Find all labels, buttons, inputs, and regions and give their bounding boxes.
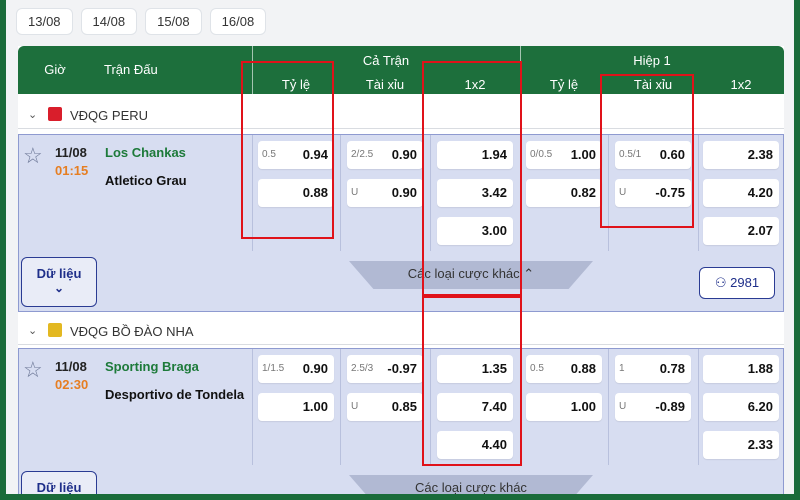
odds-value: 0.88: [570, 361, 596, 376]
odds-value: 0.90: [302, 361, 328, 376]
divider: [698, 349, 699, 465]
odds-value: 4.20: [747, 185, 773, 200]
home-team[interactable]: Los Chankas: [105, 145, 186, 160]
header-match: Trận Đấu: [104, 62, 158, 77]
divider: [340, 135, 341, 251]
league-name: VĐQG BỒ ĐÀO NHA: [70, 324, 194, 339]
viewers-count: 2981: [730, 275, 760, 290]
odds-cell[interactable]: U 0.85: [347, 393, 423, 421]
odds-value: 2.38: [747, 147, 773, 162]
divider: [608, 349, 609, 465]
odds-value: 0.90: [391, 147, 417, 162]
users-icon: ⚇: [714, 275, 727, 290]
divider: [252, 349, 253, 465]
away-team[interactable]: Atletico Grau: [105, 173, 187, 188]
page: 13/08 14/08 15/08 16/08 Giờ Trận Đấu Cả …: [6, 0, 794, 494]
date-tab[interactable]: 16/08: [209, 8, 267, 35]
star-icon[interactable]: ☆: [23, 357, 43, 383]
odds-cell[interactable]: U -0.89: [615, 393, 691, 421]
more-bets-label: Các loại cược khác: [415, 480, 527, 494]
odds-cell[interactable]: 0.5 0.88: [526, 355, 602, 383]
data-button[interactable]: Dữ liệu: [21, 471, 97, 494]
match-date: 11/08: [55, 359, 87, 374]
data-button[interactable]: Dữ liệu ⌄: [21, 257, 97, 307]
divider: [340, 349, 341, 465]
match-date: 11/08: [55, 145, 87, 160]
flag-icon: [48, 107, 62, 121]
league-name: VĐQG PERU: [70, 108, 149, 123]
match-time: 01:15: [55, 163, 89, 178]
viewers-count-button[interactable]: ⚇ 2981: [699, 267, 775, 299]
odds-value: -0.97: [387, 361, 417, 376]
header-first-half: Hiệp 1: [633, 53, 671, 68]
data-button-label: Dữ liệu: [36, 266, 82, 281]
odds-value: 1.00: [302, 399, 328, 414]
odds-line: U: [351, 187, 359, 198]
odds-value: 0.90: [391, 185, 417, 200]
odds-cell[interactable]: 0.82: [526, 179, 602, 207]
odds-line: U: [619, 401, 627, 412]
odds-value: -0.89: [655, 399, 685, 414]
odds-cell[interactable]: U 0.90: [347, 179, 423, 207]
odds-line: 2/2.5: [351, 149, 374, 160]
date-tab[interactable]: 13/08: [16, 8, 73, 35]
flag-icon: [48, 323, 62, 337]
odds-cell[interactable]: 1/1.5 0.90: [258, 355, 334, 383]
odds-line: 2.5/3: [351, 363, 374, 374]
chevron-down-icon[interactable]: ⌄: [28, 108, 37, 121]
odds-cell[interactable]: 2/2.5 0.90: [347, 141, 423, 169]
league-row[interactable]: ⌄ VĐQG BỒ ĐÀO NHA: [18, 318, 784, 345]
match-row: ☆ 11/08 02:30 Sporting Braga Desportivo …: [18, 348, 784, 494]
odds-cell[interactable]: 2.38: [703, 141, 779, 169]
chevron-down-icon: ⌄: [53, 281, 65, 295]
odds-line: U: [351, 401, 359, 412]
odds-cell[interactable]: 2.5/3 -0.97: [347, 355, 423, 383]
odds-value: 1.00: [570, 399, 596, 414]
odds-cell[interactable]: 4.20: [703, 179, 779, 207]
odds-cell[interactable]: 6.20: [703, 393, 779, 421]
odds-cell[interactable]: 0/0.5 1.00: [526, 141, 602, 169]
odds-cell[interactable]: 2.33: [703, 431, 779, 459]
odds-value: 2.07: [747, 223, 773, 238]
odds-cell[interactable]: 1.00: [526, 393, 602, 421]
away-team[interactable]: Desportivo de Tondela: [105, 387, 244, 402]
odds-value: 1.88: [747, 361, 773, 376]
odds-value: 1.00: [570, 147, 596, 162]
match-time: 02:30: [55, 377, 89, 392]
header-h1-handicap: Tỷ lệ: [549, 77, 579, 92]
odds-cell[interactable]: 1.88: [703, 355, 779, 383]
odds-cell[interactable]: 2.07: [703, 217, 779, 245]
date-tabs: 13/08 14/08 15/08 16/08: [16, 8, 267, 35]
highlight-box: [241, 61, 334, 239]
odds-cell[interactable]: 1.00: [258, 393, 334, 421]
date-tab[interactable]: 15/08: [145, 8, 202, 35]
chevron-up-icon: ⌃: [523, 266, 535, 281]
highlight-box: [600, 74, 694, 228]
odds-value: 0.78: [659, 361, 685, 376]
odds-line: 1: [619, 363, 625, 374]
header-h1-1x2: 1x2: [730, 77, 752, 92]
date-tab[interactable]: 14/08: [80, 8, 138, 35]
divider: [698, 135, 699, 251]
odds-value: 0.85: [391, 399, 417, 414]
odds-value: 0.82: [570, 185, 596, 200]
odds-line: 0.5: [530, 363, 544, 374]
highlight-box: [422, 61, 522, 296]
data-button-label: Dữ liệu: [36, 480, 82, 494]
highlight-box: [422, 296, 522, 466]
odds-value: 6.20: [747, 399, 773, 414]
odds-cell[interactable]: 1 0.78: [615, 355, 691, 383]
header-ft-over-under: Tài xỉu: [365, 77, 405, 92]
odds-line: 0/0.5: [530, 149, 553, 160]
odds-value: 2.33: [747, 437, 773, 452]
chevron-down-icon[interactable]: ⌄: [28, 324, 37, 337]
star-icon[interactable]: ☆: [23, 143, 43, 169]
odds-line: 1/1.5: [262, 363, 285, 374]
home-team[interactable]: Sporting Braga: [105, 359, 199, 374]
header-time: Giờ: [44, 62, 66, 77]
more-bets-toggle[interactable]: Các loại cược khác: [349, 475, 593, 494]
